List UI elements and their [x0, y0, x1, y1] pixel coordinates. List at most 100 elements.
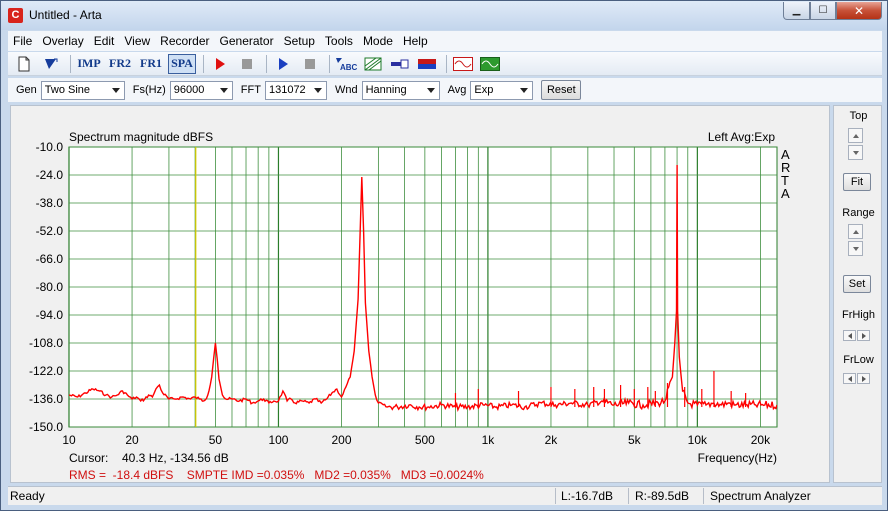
status-bar: Ready L:-16.7dB R:-89.5dB Spectrum Analy…	[8, 486, 882, 505]
play-blue-icon	[279, 57, 288, 70]
fft-size-select-value: 131072	[268, 84, 306, 96]
arrow-up-icon	[852, 133, 859, 138]
toolbar: IMP FR2 FR1 SPA ABC	[8, 52, 882, 76]
frlow-left-button[interactable]	[843, 373, 856, 384]
text-overlay-button[interactable]: ABC	[334, 54, 358, 74]
menu-overlay[interactable]: Overlay	[37, 34, 88, 48]
frlow-label: FrLow	[843, 354, 874, 366]
generator-select[interactable]: Two Sine	[40, 80, 125, 100]
fit-button[interactable]: Fit	[843, 173, 871, 191]
generator-stop-button[interactable]	[298, 54, 322, 74]
window-select[interactable]: Hanning	[361, 80, 440, 100]
x-tick-label: 100	[268, 433, 288, 447]
arrow-left-icon	[847, 332, 852, 339]
generator-play-button[interactable]	[271, 54, 295, 74]
close-icon: ✕	[853, 3, 865, 18]
menu-recorder[interactable]: Recorder	[155, 34, 214, 48]
menu-generator[interactable]: Generator	[215, 34, 279, 48]
frhigh-right-button[interactable]	[857, 330, 870, 341]
x-tick-label: 2k	[545, 433, 559, 447]
generator-select-value: Two Sine	[44, 84, 91, 96]
arrow-right-icon	[861, 375, 866, 382]
top-down-button[interactable]	[848, 145, 863, 160]
menu-mode[interactable]: Mode	[358, 34, 398, 48]
menu-edit[interactable]: Edit	[89, 34, 120, 48]
toolbar-separator	[446, 54, 447, 73]
range-down-button[interactable]	[848, 241, 863, 256]
x-tick-label: 50	[209, 433, 223, 447]
chart-title: Spectrum magnitude dBFS	[69, 130, 213, 144]
grid-button[interactable]	[361, 54, 385, 74]
spectrum-chart[interactable]: -10.0 -24.0 -38.0 -52.0 -66.0 -80.0 -94.0 -108.…	[11, 106, 829, 482]
x-axis-label: Frequency(Hz)	[698, 451, 777, 465]
frlow-right-button[interactable]	[857, 373, 870, 384]
menu-bar: File Overlay Edit View Recorder Generato…	[8, 31, 882, 51]
x-tick-label: 200	[331, 433, 351, 447]
menu-help[interactable]: Help	[398, 34, 433, 48]
cursor-label: Cursor:	[69, 451, 108, 465]
menu-view[interactable]: View	[119, 34, 155, 48]
new-file-icon	[18, 56, 30, 71]
svg-text:ABC: ABC	[340, 63, 357, 72]
toolbar-separator	[329, 54, 330, 73]
fr2-mode-button[interactable]: FR2	[106, 54, 134, 74]
status-ready: Ready	[10, 489, 45, 503]
gen-label: Gen	[16, 84, 37, 96]
stop-icon	[305, 58, 315, 69]
frhigh-label: FrHigh	[841, 309, 875, 321]
minimize-icon: ▁	[792, 5, 801, 16]
averaging-select-value: Exp	[474, 84, 494, 96]
oscilloscope-button[interactable]	[478, 54, 502, 74]
sample-rate-select[interactable]: 96000	[169, 80, 233, 100]
menu-tools[interactable]: Tools	[320, 34, 358, 48]
range-up-button[interactable]	[848, 224, 863, 239]
control-bar: Gen Two Sine Fs(Hz) 96000 FFT 131072 Wnd…	[8, 78, 882, 102]
maximize-button[interactable]: ☐	[810, 2, 836, 20]
arrow-down-icon	[852, 246, 859, 251]
wnd-label: Wnd	[334, 84, 358, 96]
toolbar-separator	[266, 54, 267, 73]
right-control-panel: Top Fit Range Set FrHigh FrLow	[833, 105, 882, 483]
fft-size-select[interactable]: 131072	[264, 80, 327, 100]
fr1-mode-button[interactable]: FR1	[137, 54, 165, 74]
y-tick-label: -108.0	[29, 336, 63, 350]
title-bar[interactable]: C Untitled - Arta ▁ ☐ ✕	[1, 1, 887, 30]
status-separator	[555, 488, 556, 504]
close-button[interactable]: ✕	[836, 2, 882, 20]
averaging-select[interactable]: Exp	[470, 80, 534, 100]
reset-button[interactable]: Reset	[541, 80, 582, 100]
chevron-down-icon	[520, 87, 529, 93]
avg-label: Avg	[447, 84, 467, 96]
stop-icon	[242, 58, 252, 69]
app-window: C Untitled - Arta ▁ ☐ ✕ File Overlay Edi…	[0, 0, 888, 511]
measurement-readout: RMS = -18.4 dBFS SMPTE IMD =0.035% MD2 =…	[69, 468, 484, 482]
spa-mode-button[interactable]: SPA	[168, 53, 196, 74]
level-meter-button[interactable]	[415, 54, 439, 74]
open-file-button[interactable]	[39, 54, 63, 74]
y-tick-label: -122.0	[29, 364, 63, 378]
status-separator	[628, 488, 629, 504]
probe-button[interactable]	[388, 54, 412, 74]
frhigh-left-button[interactable]	[843, 330, 856, 341]
level-meter-icon	[418, 58, 436, 69]
oscilloscope-icon	[480, 56, 500, 71]
top-up-button[interactable]	[848, 128, 863, 143]
set-button[interactable]: Set	[843, 275, 871, 293]
x-tick-label: 5k	[628, 433, 642, 447]
minimize-button[interactable]: ▁	[783, 2, 810, 20]
app-icon[interactable]: C	[8, 8, 23, 23]
play-red-icon	[216, 57, 225, 70]
new-file-button[interactable]	[12, 54, 36, 74]
fft-label: FFT	[240, 84, 261, 96]
sine-generator-button[interactable]	[451, 54, 475, 74]
arrow-down-icon	[852, 150, 859, 155]
plot-panel: -10.0 -24.0 -38.0 -52.0 -66.0 -80.0 -94.0 -108.…	[10, 105, 830, 483]
status-left-level: L:-16.7dB	[561, 489, 614, 503]
menu-setup[interactable]: Setup	[279, 34, 320, 48]
open-file-icon	[45, 58, 58, 69]
impulse-mode-button[interactable]: IMP	[75, 54, 103, 74]
stop-record-button[interactable]	[235, 54, 259, 74]
record-button[interactable]	[208, 54, 232, 74]
chevron-down-icon	[426, 87, 435, 93]
menu-file[interactable]: File	[8, 34, 37, 48]
